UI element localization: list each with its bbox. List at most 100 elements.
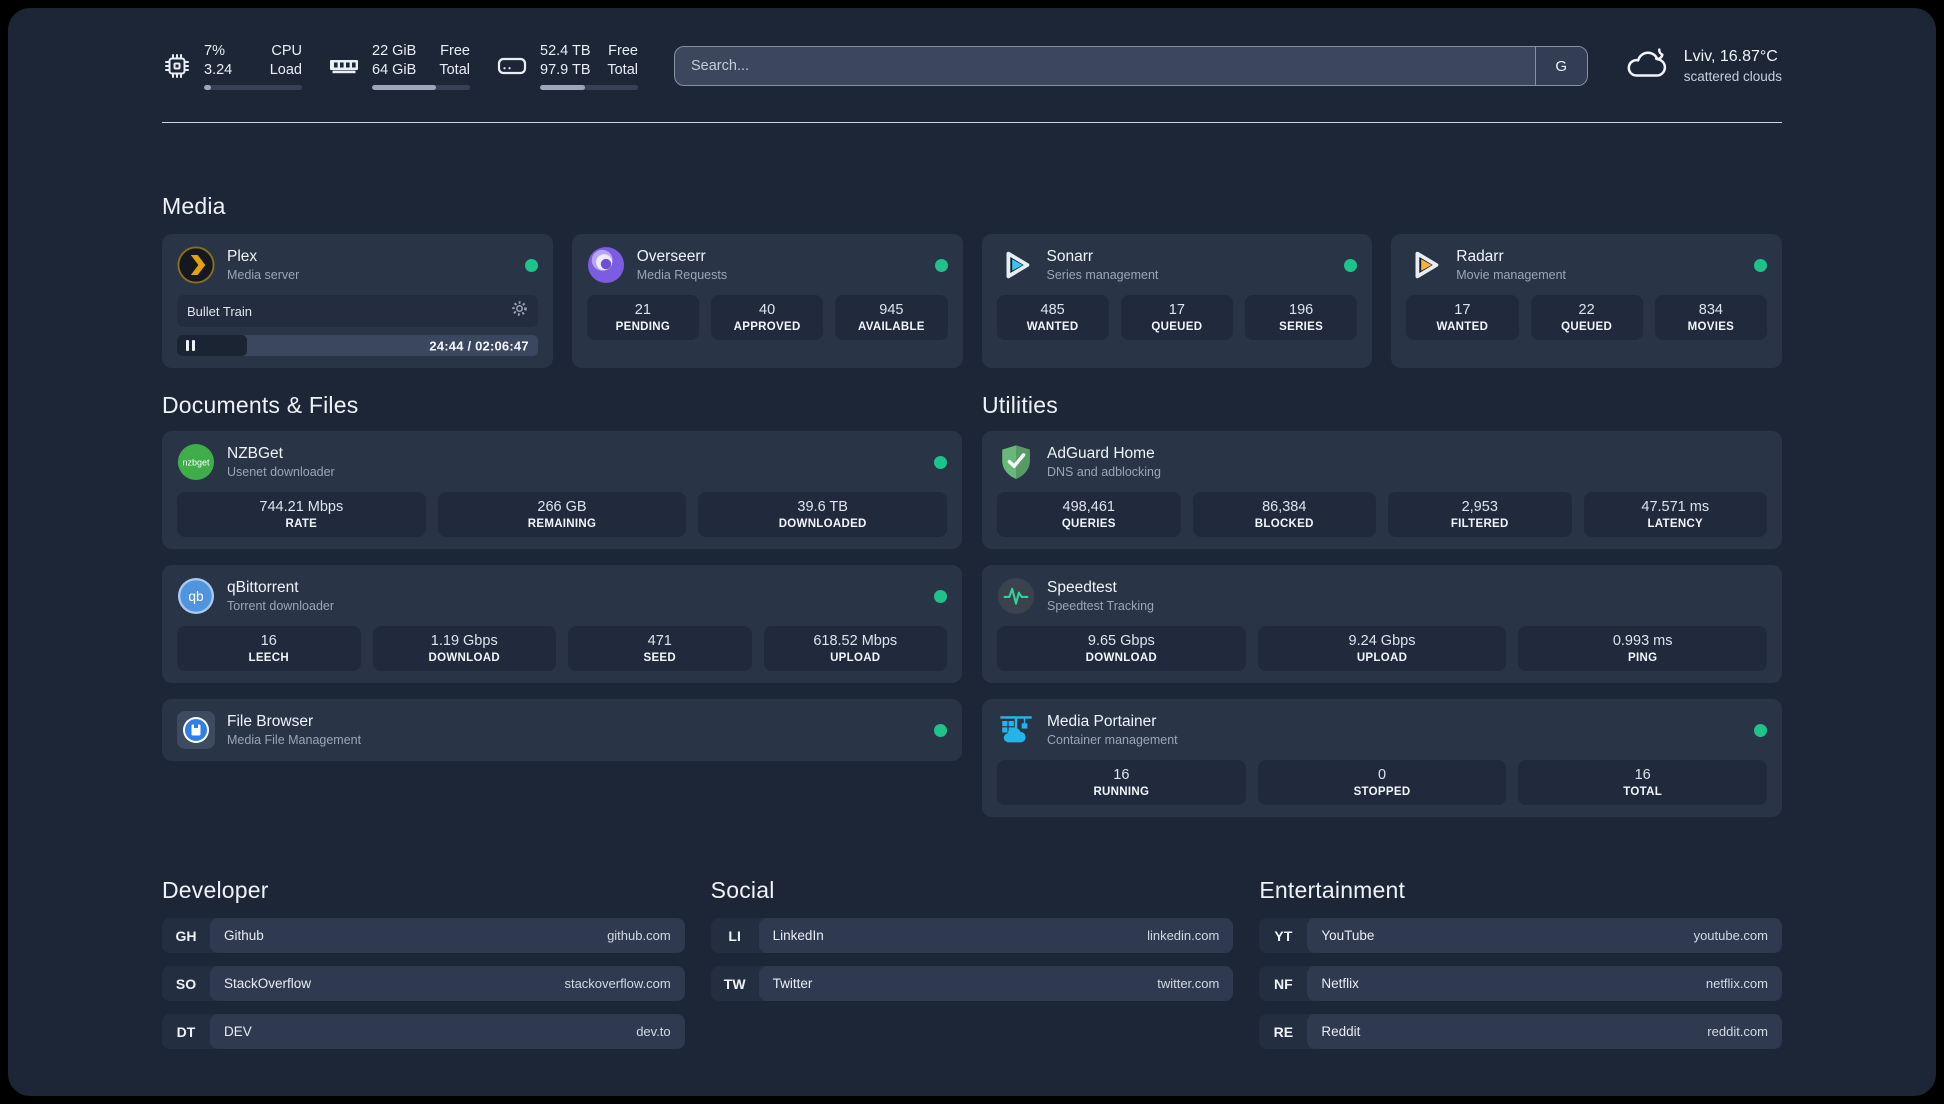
speedtest-stat-upload: 9.24 Gbps UPLOAD xyxy=(1257,626,1507,671)
storage-total-value: 97.9 TB xyxy=(540,62,591,78)
playback-time: 24:44 / 02:06:47 xyxy=(429,338,529,353)
svg-text:nzbget: nzbget xyxy=(182,457,210,467)
portainer-stat-running: 16 RUNNING xyxy=(997,760,1246,805)
twitter-url: twitter.com xyxy=(1157,976,1220,991)
dev-name: DEV xyxy=(224,1024,252,1039)
plex-title: Plex xyxy=(227,248,258,265)
youtube-url: youtube.com xyxy=(1693,928,1768,943)
link-netflix[interactable]: NF Netflix netflix.com xyxy=(1259,966,1782,1001)
search-provider-button[interactable]: G xyxy=(1534,47,1587,85)
memory-progress-bar xyxy=(372,84,470,90)
storage-free-label: Free xyxy=(608,43,638,60)
qbittorrent-stat-leech: 16 LEECH xyxy=(177,626,361,671)
section-documents: Documents & Files nzbget NZBGet Usenet d… xyxy=(162,392,962,817)
cpu-load-label: Load xyxy=(269,62,302,78)
radarr-stat-movies: 834 MOVIES xyxy=(1654,295,1767,340)
sonarr-stat-series: 196 SERIES xyxy=(1245,295,1358,340)
stackoverflow-url: stackoverflow.com xyxy=(564,976,671,991)
adguard-stat-filtered: 2,953 FILTERED xyxy=(1388,492,1572,537)
qbittorrent-subtitle: Torrent downloader xyxy=(227,599,335,613)
plex-subtitle: Media server xyxy=(227,268,300,282)
link-dev[interactable]: DT DEV dev.to xyxy=(162,1014,685,1049)
storage-free-value: 52.4 TB xyxy=(540,43,591,60)
section-social: Social LI LinkedIn linkedin.com TW Twitt… xyxy=(710,877,1234,1049)
radarr-stat-wanted: 17 WANTED xyxy=(1406,295,1519,340)
now-playing-title: Bullet Train xyxy=(187,303,253,319)
speedtest-card[interactable]: Speedtest Speedtest Tracking 9.65 Gbps D… xyxy=(982,565,1782,683)
adguard-icon xyxy=(997,443,1035,481)
qbittorrent-status-dot xyxy=(934,589,947,603)
overseerr-stat-pending: 21 PENDING xyxy=(586,295,699,340)
search-bar: G xyxy=(674,46,1588,86)
search-input[interactable] xyxy=(675,47,1535,85)
reddit-abbr: RE xyxy=(1273,1023,1294,1040)
nzbget-icon: nzbget xyxy=(177,443,215,481)
speedtest-stat-download: 9.65 Gbps DOWNLOAD xyxy=(997,626,1246,671)
memory-total-value: 64 GiB xyxy=(372,62,417,78)
overseerr-title: Overseerr xyxy=(636,248,706,265)
playback-progress-bar[interactable]: 24:44 / 02:06:47 xyxy=(177,335,538,356)
dev-url: dev.to xyxy=(636,1024,671,1039)
radarr-card[interactable]: Radarr Movie management 17 WANTED 22 QUE… xyxy=(1391,234,1782,368)
hard-drive-icon xyxy=(496,51,528,81)
qbittorrent-icon: qb xyxy=(177,577,215,615)
portainer-stat-stopped: 0 STOPPED xyxy=(1257,760,1507,805)
link-reddit[interactable]: RE Reddit reddit.com xyxy=(1259,1014,1782,1049)
sonarr-status-dot xyxy=(1344,258,1358,272)
adguard-subtitle: DNS and adblocking xyxy=(1047,465,1161,479)
sonarr-subtitle: Series management xyxy=(1046,268,1159,282)
github-abbr: GH xyxy=(175,927,197,944)
overseerr-stat-available: 945 AVAILABLE xyxy=(835,295,948,340)
link-stackoverflow[interactable]: SO StackOverflow stackoverflow.com xyxy=(162,966,685,1001)
storage-total-label: Total xyxy=(607,62,638,78)
cpu-load-value: 3.24 xyxy=(204,62,233,78)
dev-abbr: DT xyxy=(176,1023,196,1040)
documents-section-title: Documents & Files xyxy=(162,392,359,418)
cpu-usage-value: 7% xyxy=(204,43,225,60)
qbittorrent-stat-download: 1.19 Gbps DOWNLOAD xyxy=(372,626,556,671)
plex-card[interactable]: Plex Media server Bullet Train 24:44 / 0… xyxy=(162,234,553,368)
gear-icon[interactable] xyxy=(511,300,528,322)
memory-free-label: Free xyxy=(440,43,470,60)
pause-icon[interactable] xyxy=(186,340,195,351)
filebrowser-icon xyxy=(177,711,215,749)
radarr-title: Radarr xyxy=(1456,248,1504,265)
sonarr-title: Sonarr xyxy=(1046,248,1094,265)
qbittorrent-stat-seed: 471 SEED xyxy=(568,626,752,671)
dashboard: 7% 3.24 CPU Load 22 GiB 64 GiB Free Tota… xyxy=(8,8,1936,1096)
speedtest-stat-ping: 0.993 ms PING xyxy=(1518,626,1768,671)
portainer-card[interactable]: Media Portainer Container management 16 … xyxy=(982,699,1782,817)
nzbget-card[interactable]: nzbget NZBGet Usenet downloader 744.21 M… xyxy=(162,431,962,549)
reddit-name: Reddit xyxy=(1321,1024,1361,1039)
memory-stat: 22 GiB 64 GiB Free Total xyxy=(328,42,470,90)
storage-progress-bar xyxy=(540,84,638,90)
filebrowser-title: File Browser xyxy=(227,713,314,730)
speedtest-subtitle: Speedtest Tracking xyxy=(1047,599,1155,613)
plex-icon xyxy=(177,246,215,284)
qbittorrent-title: qBittorrent xyxy=(227,579,299,596)
sonarr-card[interactable]: Sonarr Series management 485 WANTED 17 Q… xyxy=(981,234,1373,368)
youtube-abbr: YT xyxy=(1274,927,1293,944)
link-youtube[interactable]: YT YouTube youtube.com xyxy=(1259,918,1782,953)
sonarr-stat-queued: 17 QUEUED xyxy=(1120,295,1233,340)
adguard-card[interactable]: AdGuard Home DNS and adblocking 498,461 … xyxy=(982,431,1782,549)
qbittorrent-card[interactable]: qb qBittorrent Torrent downloader 16 LEE… xyxy=(162,565,962,683)
reddit-url: reddit.com xyxy=(1707,1024,1768,1039)
cpu-icon xyxy=(162,51,192,81)
memory-total-label: Total xyxy=(439,62,470,78)
portainer-stat-total: 16 TOTAL xyxy=(1518,760,1768,805)
link-twitter[interactable]: TW Twitter twitter.com xyxy=(710,966,1234,1001)
filebrowser-card[interactable]: File Browser Media File Management xyxy=(162,699,962,761)
stackoverflow-name: StackOverflow xyxy=(224,976,312,991)
youtube-name: YouTube xyxy=(1321,928,1375,943)
overseerr-card[interactable]: Overseerr Media Requests 21 PENDING 40 A… xyxy=(571,234,963,368)
weather-location-temp: Lviv, 16.87°C xyxy=(1683,48,1778,65)
radarr-icon xyxy=(1406,246,1444,284)
netflix-url: netflix.com xyxy=(1705,976,1768,991)
link-github[interactable]: GH Github github.com xyxy=(162,918,685,953)
stackoverflow-abbr: SO xyxy=(175,975,197,992)
top-bar: 7% 3.24 CPU Load 22 GiB 64 GiB Free Tota… xyxy=(162,8,1782,98)
link-linkedin[interactable]: LI LinkedIn linkedin.com xyxy=(710,918,1234,953)
linkedin-name: LinkedIn xyxy=(772,928,824,943)
speedtest-title: Speedtest xyxy=(1047,579,1117,596)
